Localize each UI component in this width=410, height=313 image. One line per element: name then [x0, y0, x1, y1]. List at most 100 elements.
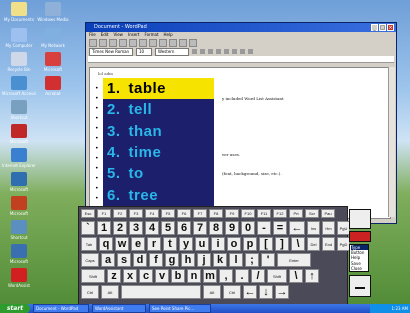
key-symbol[interactable]: ↓ — [259, 285, 273, 299]
key-Del[interactable]: Del — [307, 237, 320, 251]
desktop-icon[interactable]: Acrobat — [36, 76, 70, 96]
taskbar-button[interactable]: WordAssistant — [92, 304, 146, 313]
desktop-icon[interactable]: WordAssist — [2, 268, 36, 288]
key-p[interactable]: p — [243, 237, 257, 251]
key-x[interactable]: x — [123, 269, 137, 283]
key-l[interactable]: l — [229, 253, 243, 267]
key-F10[interactable]: F10 — [241, 209, 255, 218]
copy-icon[interactable] — [159, 38, 167, 47]
key-0[interactable]: 0 — [241, 221, 255, 235]
open-icon[interactable] — [99, 38, 107, 47]
italic-icon[interactable] — [200, 49, 205, 54]
key-o[interactable]: o — [227, 237, 241, 251]
key-9[interactable]: 9 — [225, 221, 239, 235]
key-F2[interactable]: F2 — [113, 209, 127, 218]
undo-icon[interactable] — [179, 38, 187, 47]
key-a[interactable]: a — [101, 253, 115, 267]
key-Pau[interactable]: Pau — [321, 209, 335, 218]
key-1[interactable]: 1 — [97, 221, 111, 235]
minimize-keyboard-button[interactable] — [349, 275, 371, 298]
desktop-icon[interactable]: Microsoft — [36, 52, 70, 72]
key-symbol[interactable]: , — [219, 269, 233, 283]
side-menu-item[interactable]: Close — [351, 266, 368, 271]
key-d[interactable]: d — [133, 253, 147, 267]
key-F12[interactable]: F12 — [273, 209, 287, 218]
align-center-icon[interactable] — [232, 49, 237, 54]
desktop-icon[interactable]: Windows Media — [36, 2, 70, 22]
font-size-select[interactable]: 10 — [136, 47, 152, 56]
key-5[interactable]: 5 — [161, 221, 175, 235]
key-v[interactable]: v — [155, 269, 169, 283]
key-k[interactable]: k — [213, 253, 227, 267]
desktop-icon[interactable]: Internet Explorer — [2, 148, 36, 168]
bullets-icon[interactable] — [248, 49, 253, 54]
key-F8[interactable]: F8 — [209, 209, 223, 218]
key-symbol[interactable]: ] — [275, 237, 289, 251]
key-symbol[interactable]: → — [275, 285, 289, 299]
key-symbol[interactable]: / — [251, 269, 265, 283]
word-list-item-selected[interactable]: 1. table — [103, 78, 214, 100]
key-symbol[interactable]: \ — [291, 237, 305, 251]
desktop-icon[interactable]: Microsoft — [2, 172, 36, 192]
save-icon[interactable] — [109, 38, 117, 47]
key-8[interactable]: 8 — [209, 221, 223, 235]
key-F4[interactable]: F4 — [145, 209, 159, 218]
key-Esc[interactable]: Esc — [81, 209, 95, 218]
key-F7[interactable]: F7 — [193, 209, 207, 218]
taskbar-button[interactable]: Document - WordPad — [33, 304, 89, 313]
menu-item[interactable]: File — [89, 32, 96, 38]
key-symbol[interactable]: ' — [261, 253, 275, 267]
start-button[interactable]: start — [0, 304, 30, 313]
key-Shift[interactable]: Shift — [81, 269, 105, 283]
key-2[interactable]: 2 — [113, 221, 127, 235]
word-list-item[interactable]: 5. to — [103, 163, 214, 184]
word-list-item[interactable]: 3. than — [103, 121, 214, 142]
word-list-item[interactable]: 2. tell — [103, 99, 214, 120]
desktop-icon[interactable]: Microsoft — [2, 196, 36, 216]
menu-item[interactable]: Format — [144, 32, 158, 38]
desktop-icon[interactable]: Microsoft Accessibility — [2, 76, 36, 96]
key-Scr[interactable]: Scr — [305, 209, 319, 218]
desktop-icon[interactable]: Microsoft — [2, 124, 36, 144]
align-right-icon[interactable] — [240, 49, 245, 54]
vertical-scrollbar[interactable] — [388, 67, 395, 217]
key-w[interactable]: w — [115, 237, 129, 251]
close-button[interactable]: × — [387, 24, 394, 31]
menu-item[interactable]: Help — [164, 32, 173, 38]
key-Ctrl[interactable]: Ctrl — [81, 285, 99, 299]
key-F3[interactable]: F3 — [129, 209, 143, 218]
new-icon[interactable] — [89, 38, 97, 47]
print-icon[interactable] — [119, 38, 127, 47]
desktop-icon[interactable]: Microsoft — [2, 244, 36, 264]
key-3[interactable]: 3 — [129, 221, 143, 235]
menu-item[interactable]: View — [113, 32, 123, 38]
paste-icon[interactable] — [169, 38, 177, 47]
key-z[interactable]: z — [107, 269, 121, 283]
key-Alt[interactable]: Alt — [203, 285, 221, 299]
key-q[interactable]: q — [99, 237, 113, 251]
key-Caps[interactable]: Caps — [81, 253, 99, 267]
word-list-item[interactable]: 4. time — [103, 142, 214, 163]
key-u[interactable]: u — [195, 237, 209, 251]
key-symbol[interactable]: = — [273, 221, 287, 235]
key-symbol[interactable]: ← — [243, 285, 257, 299]
key-F1[interactable]: F1 — [97, 209, 111, 218]
align-left-icon[interactable] — [224, 49, 229, 54]
key-symbol[interactable]: \ — [289, 269, 303, 283]
key-symbol[interactable]: [ — [259, 237, 273, 251]
desktop-icon[interactable]: Shortcut — [2, 100, 36, 120]
key-7[interactable]: 7 — [193, 221, 207, 235]
key-g[interactable]: g — [165, 253, 179, 267]
key-Shift[interactable]: Shift — [267, 269, 287, 283]
key-i[interactable]: i — [211, 237, 225, 251]
key-Ins[interactable]: Ins — [307, 221, 320, 235]
key-Alt[interactable]: Alt — [101, 285, 119, 299]
key-Ctrl[interactable]: Ctrl — [223, 285, 241, 299]
bold-icon[interactable] — [192, 49, 197, 54]
desktop-icon[interactable]: My Documents — [2, 2, 36, 22]
red-flag-icon[interactable] — [349, 231, 371, 242]
key-r[interactable]: r — [147, 237, 161, 251]
key-F5[interactable]: F5 — [161, 209, 175, 218]
menu-item[interactable]: Insert — [128, 32, 139, 38]
key-symbol[interactable]: . — [235, 269, 249, 283]
